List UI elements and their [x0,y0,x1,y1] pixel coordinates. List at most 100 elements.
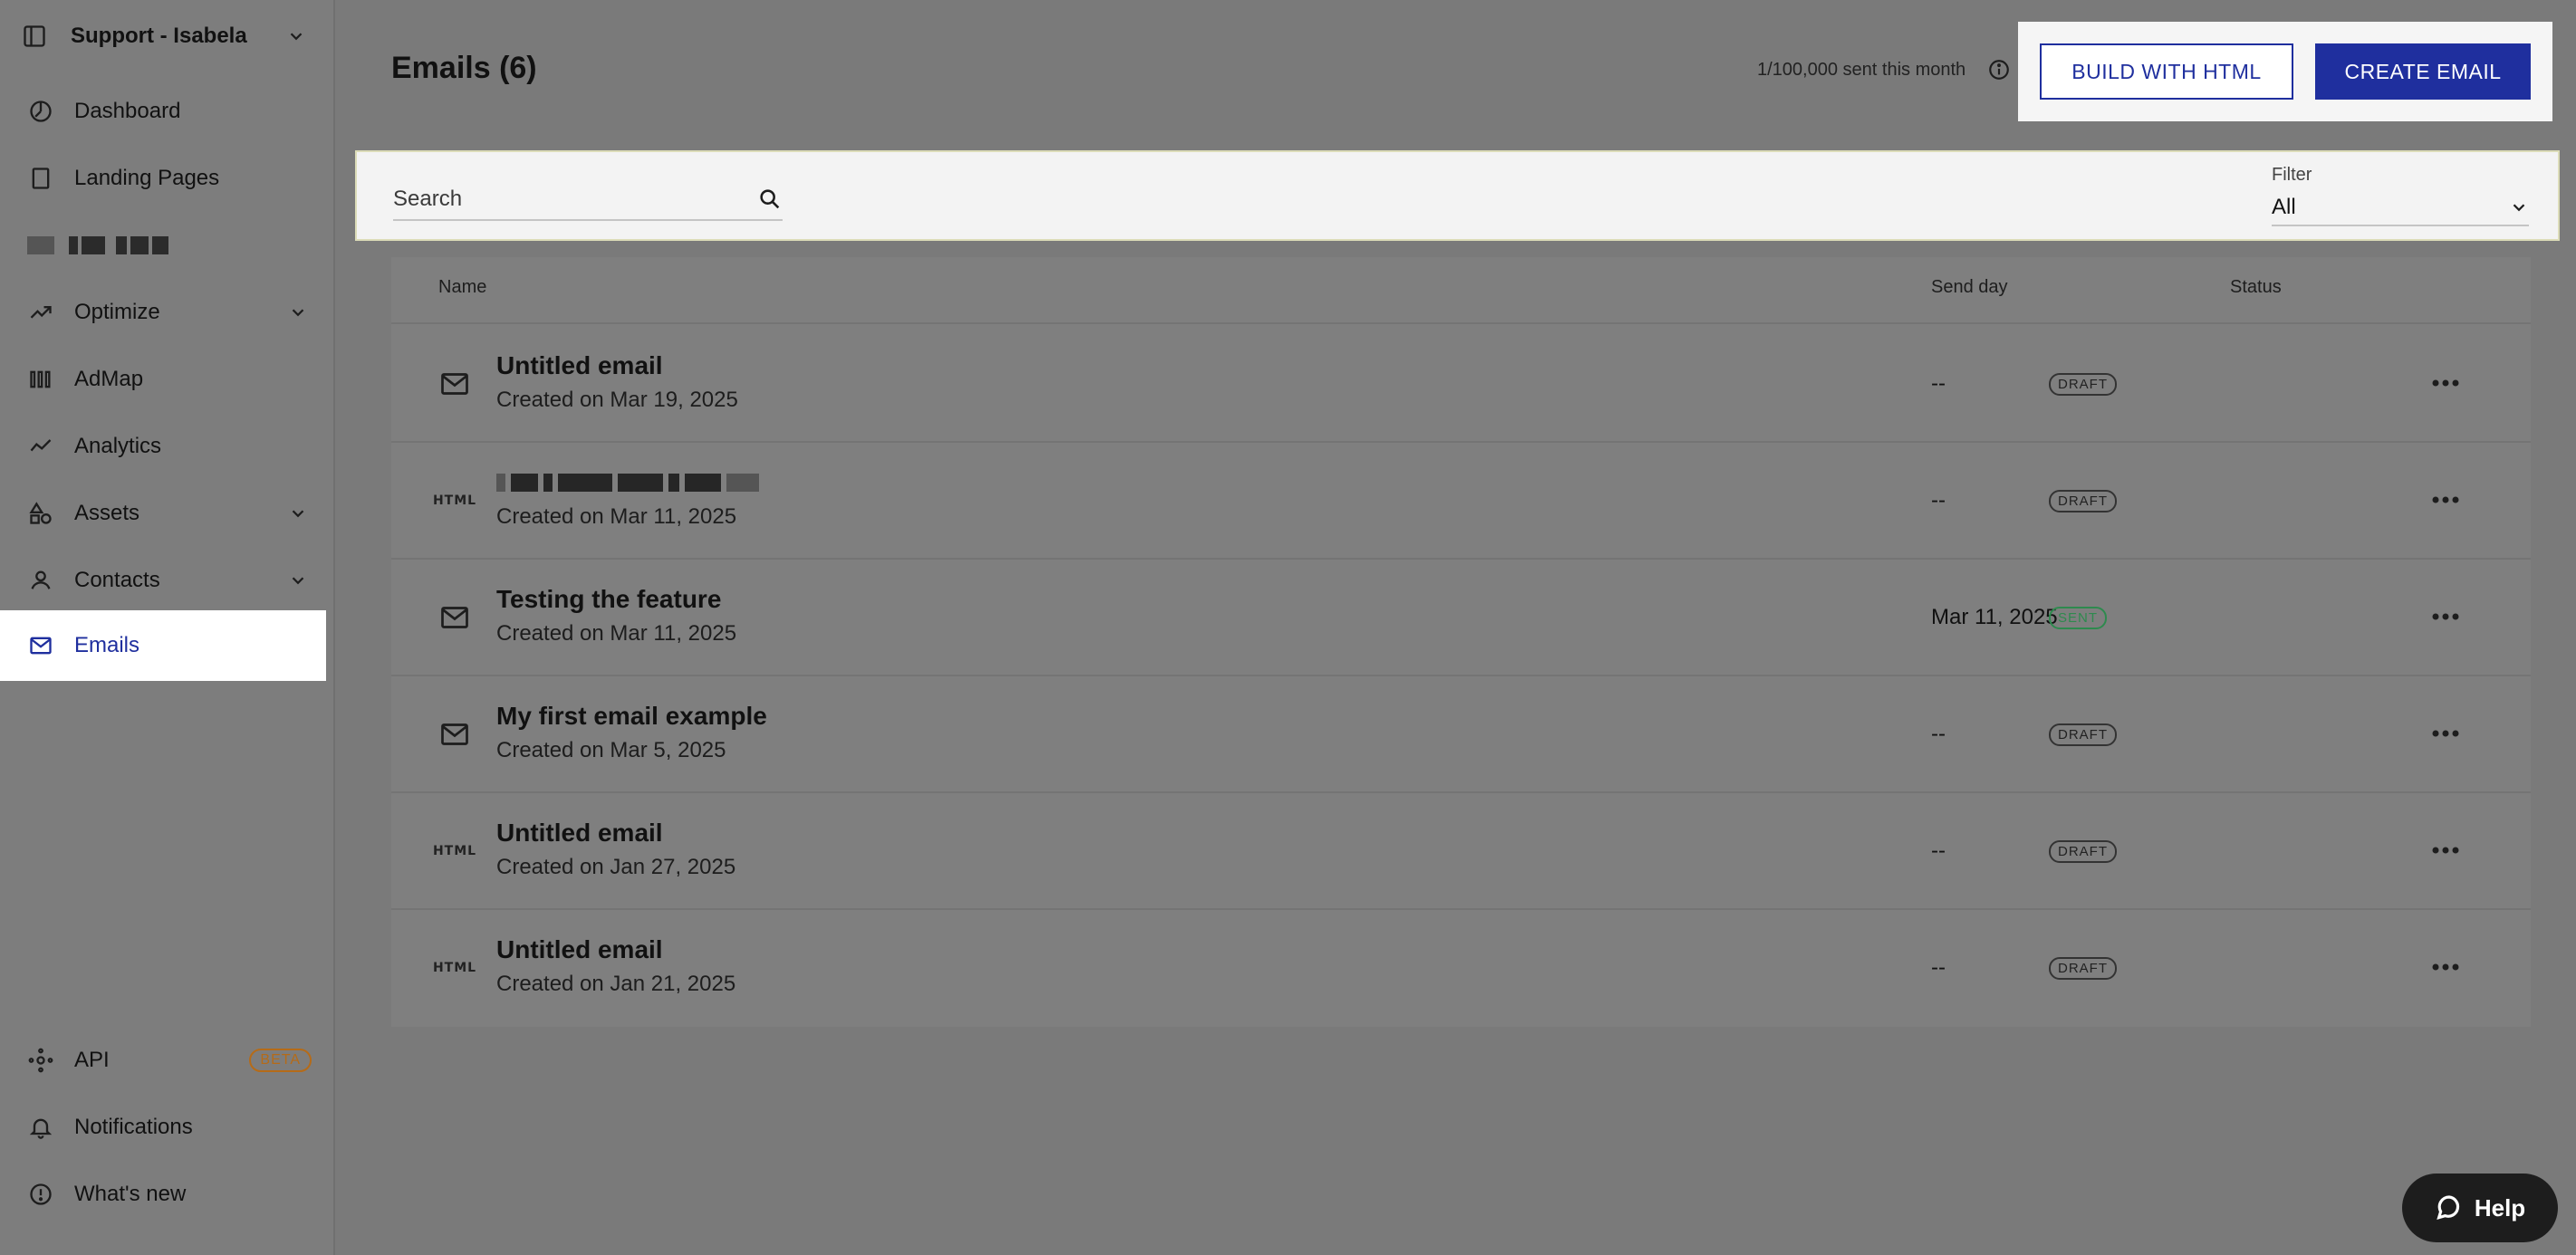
status-badge: DRAFT [2049,373,2117,396]
table-row[interactable]: Testing the feature Created on Mar 11, 2… [391,560,2531,676]
admap-icon [27,366,54,393]
chevron-down-icon [292,309,304,317]
column-header-name[interactable]: Name [438,277,486,298]
send-quota: 1/100,000 sent this month [1757,60,1966,80]
info-icon[interactable] [1987,58,2011,81]
filter-value-field[interactable]: All [2272,190,2529,226]
filter-value: All [2272,195,2296,219]
sidebar-item-redacted[interactable] [0,212,326,279]
table-row[interactable]: HTML Untitled email Created on Jan 27, 2… [391,793,2531,910]
email-send-day: -- [1931,955,1946,980]
sidebar-toggle-icon[interactable] [22,24,47,49]
search-icon[interactable] [757,187,783,212]
search-field[interactable] [393,179,783,221]
email-send-day: -- [1931,838,1946,863]
email-send-day: Mar 11, 2025 [1931,605,2058,629]
table-row[interactable]: My first email example Created on Mar 5,… [391,676,2531,793]
mail-icon [437,599,473,636]
column-header-status[interactable]: Status [2230,277,2282,298]
page-icon [27,165,54,192]
email-send-day: -- [1931,371,1946,396]
create-email-button[interactable]: CREATE EMAIL [2315,43,2531,100]
filter-select[interactable]: Filter All [2272,158,2529,230]
email-name[interactable]: Untitled email [496,351,663,380]
email-created-date: Created on Mar 19, 2025 [496,388,738,412]
table-row[interactable]: HTML Untitled email Created on Jan 21, 2… [391,910,2531,1027]
sidebar-item-label: Notifications [74,1115,193,1139]
more-options-icon[interactable] [2427,486,2464,513]
html-icon: HTML [433,950,476,986]
sidebar-item-dashboard[interactable]: Dashboard [0,78,326,145]
sidebar-item-emails[interactable]: Emails [0,610,326,681]
analytics-icon [27,433,54,460]
sidebar-item-label: AdMap [74,367,144,391]
more-options-icon[interactable] [2427,837,2464,864]
email-name-redacted[interactable] [496,468,759,497]
sidebar: Support - Isabela Dashboard Landing Page… [0,0,335,1255]
table-header: Name Send day Status [391,257,2531,324]
mail-icon [27,632,54,659]
sidebar-item-optimize[interactable]: Optimize [0,279,326,346]
filter-label: Filter [2272,165,2312,185]
sidebar-item-landing-pages[interactable]: Landing Pages [0,145,326,212]
sidebar-item-label: API [74,1048,110,1072]
trending-up-icon [27,299,54,326]
email-created-date: Created on Mar 5, 2025 [496,738,726,762]
email-created-date: Created on Mar 11, 2025 [496,621,737,646]
more-options-icon[interactable] [2427,720,2464,747]
sidebar-item-whats-new[interactable]: What's new [0,1161,326,1228]
sidebar-item-analytics[interactable]: Analytics [0,413,326,480]
dashboard-icon [27,98,54,125]
more-options-icon[interactable] [2427,369,2464,397]
status-badge: DRAFT [2049,723,2117,746]
chevron-down-icon [2513,204,2525,212]
status-badge: DRAFT [2049,840,2117,863]
info-circle-icon [27,1181,54,1208]
search-input[interactable] [393,187,757,212]
sidebar-item-label: Optimize [74,300,160,324]
sidebar-item-api[interactable]: API BETA [0,1027,326,1094]
table-row[interactable]: HTML Created on Mar 11, 2025 -- DRAFT [391,443,2531,560]
shapes-icon [27,500,54,527]
status-badge: SENT [2049,607,2108,629]
sidebar-item-label: Assets [74,501,140,525]
email-name[interactable]: Testing the feature [496,585,721,614]
email-name[interactable]: Untitled email [496,819,663,848]
html-badge-label: HTML [432,493,477,508]
sidebar-item-notifications[interactable]: Notifications [0,1094,326,1161]
mail-icon [437,366,473,402]
email-name[interactable]: My first email example [496,702,767,731]
html-badge-label: HTML [432,844,477,858]
page-title: Emails (6) [391,51,537,85]
sidebar-item-label: Emails [74,633,140,657]
email-send-day: -- [1931,488,1946,513]
more-options-icon[interactable] [2427,603,2464,630]
email-name[interactable]: Untitled email [496,935,663,964]
column-header-send-day[interactable]: Send day [1931,277,2008,298]
sidebar-item-contacts[interactable]: Contacts [0,547,326,614]
workspace-name: Support - Isabela [71,24,247,48]
mail-icon [437,716,473,752]
redacted-nav-label [27,236,168,254]
status-badge: DRAFT [2049,490,2117,513]
sidebar-item-label: Analytics [74,434,162,458]
sidebar-item-label: Dashboard [74,99,181,123]
more-options-icon[interactable] [2427,953,2464,981]
person-icon [27,567,54,594]
html-badge-label: HTML [432,961,477,975]
html-icon: HTML [433,483,476,519]
build-with-html-button[interactable]: BUILD WITH HTML [2040,43,2293,100]
sidebar-item-assets[interactable]: Assets [0,480,326,547]
search-panel: Filter All [355,150,2560,241]
sidebar-item-label: What's new [74,1182,187,1206]
table-row[interactable]: Untitled email Created on Mar 19, 2025 -… [391,326,2531,443]
workspace-switcher[interactable]: Support - Isabela [0,0,335,72]
chevron-down-icon [292,510,304,518]
sidebar-item-admap[interactable]: AdMap [0,346,326,413]
emails-table: Name Send day Status Untitled email Crea… [391,257,2531,1027]
email-created-date: Created on Jan 21, 2025 [496,972,736,996]
chat-bubble-icon [2437,1195,2459,1221]
redacted-email-name [496,468,759,497]
bell-icon [27,1114,54,1141]
help-button[interactable]: Help [2402,1174,2558,1242]
